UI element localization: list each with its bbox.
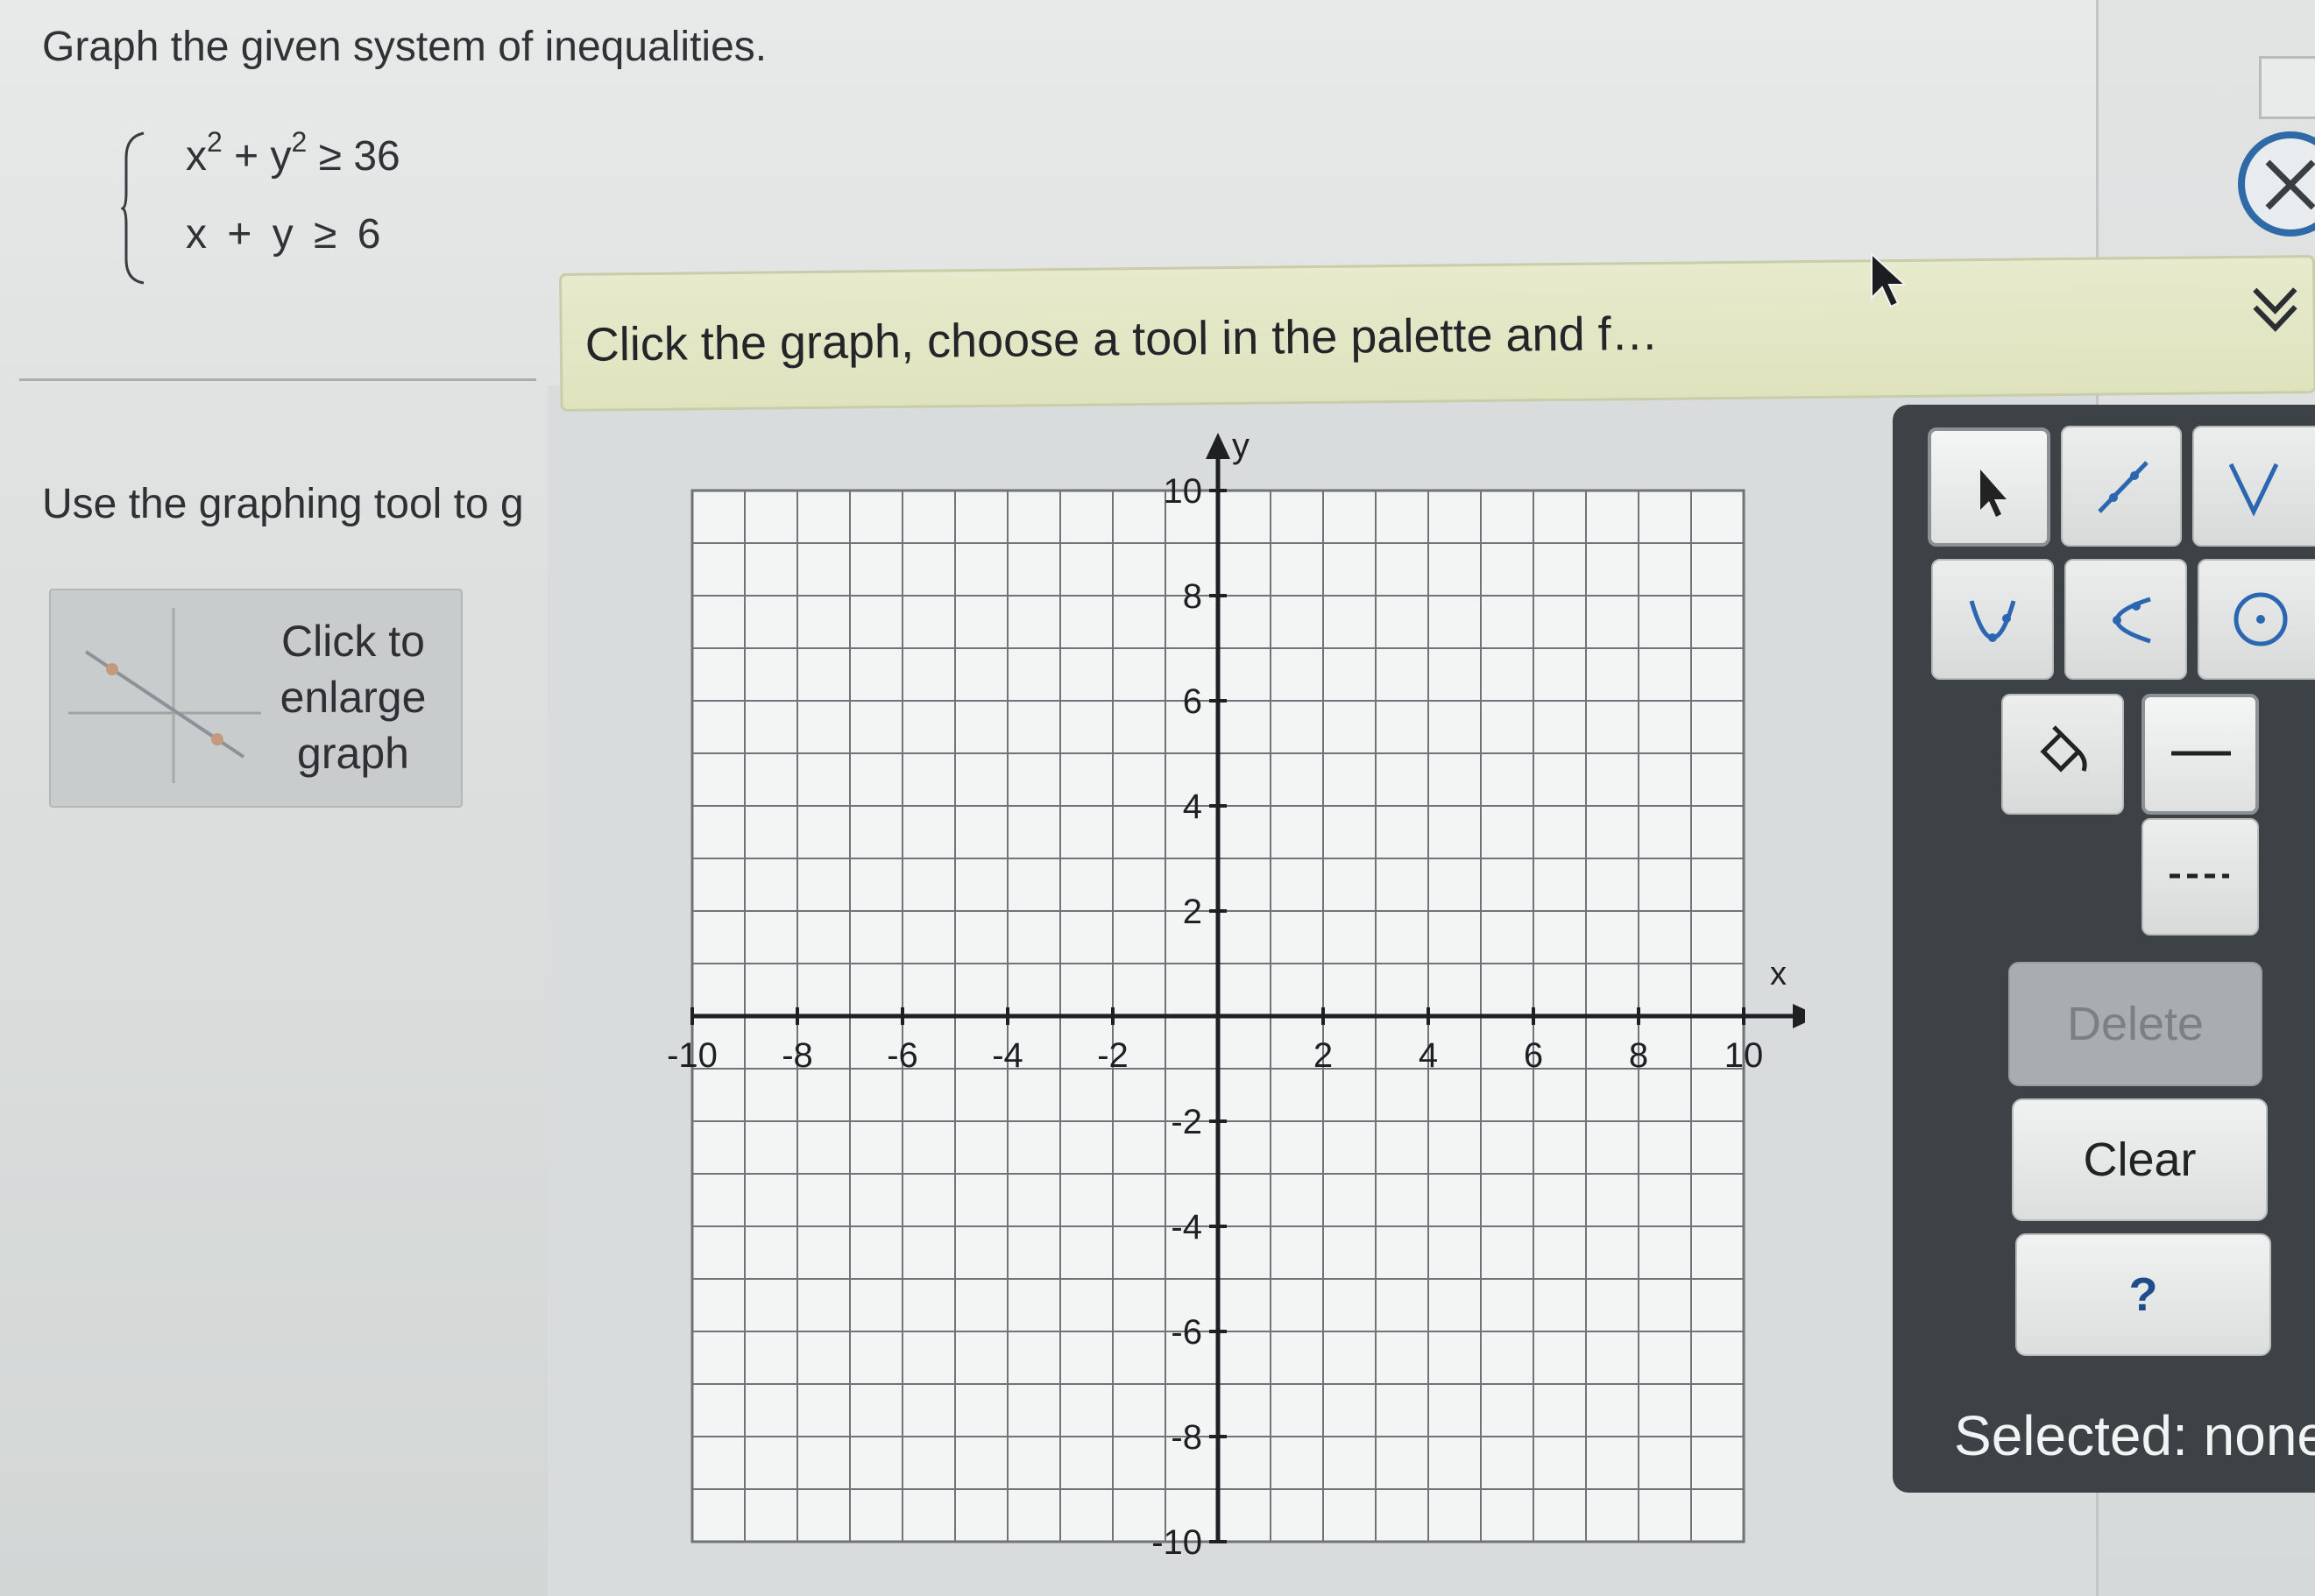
x-axis-arrow-icon — [1793, 1004, 1805, 1028]
solid-line-style[interactable] — [2142, 694, 2259, 815]
y-tick-label: -2 — [1171, 1103, 1202, 1141]
y-tick-label: -8 — [1171, 1418, 1202, 1457]
system-brace — [121, 131, 145, 285]
circle-icon — [2234, 592, 2288, 646]
y-tick-label: 6 — [1183, 682, 1202, 721]
x-tick-label: -2 — [1097, 1036, 1129, 1075]
y-tick-label: 2 — [1183, 893, 1202, 931]
thumbnail-line-2: enlarge — [280, 673, 427, 722]
thumbnail-graph-icon — [68, 608, 261, 783]
y-axis-label: y — [1232, 429, 1250, 465]
x-axis-label: x — [1770, 956, 1787, 992]
question-divider — [19, 378, 536, 381]
x-tick-label: -4 — [992, 1036, 1023, 1075]
clear-button[interactable]: Clear — [2012, 1098, 2268, 1221]
y-tick-label: 10 — [1164, 472, 1203, 511]
parabola-icon — [1969, 600, 2016, 642]
line-segment-icon — [2098, 461, 2149, 513]
line-tool[interactable] — [2061, 426, 2182, 547]
absolute-value-tool[interactable] — [2192, 426, 2315, 547]
y-axis-arrow-icon — [1206, 433, 1230, 459]
x-tick-label: -10 — [667, 1036, 718, 1075]
x-tick-label: -6 — [887, 1036, 918, 1075]
solid-line-icon — [2171, 751, 2231, 756]
sideways-parabola-icon — [2113, 597, 2151, 644]
dashed-line-style[interactable] — [2142, 818, 2259, 936]
y-tick-label: -10 — [1151, 1523, 1202, 1562]
x-tick-label: 2 — [1313, 1036, 1333, 1075]
pointer-tool[interactable] — [1928, 427, 2050, 547]
thumbnail-line-1: Click to — [281, 617, 425, 666]
hint-text: Click the graph, choose a tool in the pa… — [584, 307, 1659, 371]
v-shape-icon — [2228, 463, 2279, 517]
circle-tool[interactable] — [2198, 559, 2315, 680]
eq1-rhs: ≥ 36 — [307, 133, 400, 180]
delete-button[interactable]: Delete — [2008, 962, 2262, 1086]
y-tick-label: -6 — [1171, 1313, 1202, 1352]
close-icon[interactable] — [2233, 127, 2315, 241]
parabola-tool[interactable] — [1931, 559, 2054, 680]
thumbnail-label: Click to enlarge graph — [261, 613, 445, 781]
paint-bucket-icon — [2040, 725, 2087, 773]
arrow-pointer-icon — [1980, 470, 2007, 517]
selected-status: Selected: none — [1954, 1404, 2315, 1467]
y-tick-label: 8 — [1183, 577, 1202, 616]
help-button[interactable]: ? — [2015, 1233, 2271, 1356]
double-chevron-down-icon[interactable] — [2244, 277, 2306, 339]
x-tick-label: 10 — [1724, 1036, 1764, 1075]
hint-bar[interactable]: Click the graph, choose a tool in the pa… — [559, 255, 2315, 412]
x-tick-label: 8 — [1629, 1036, 1648, 1075]
small-checkbox-frame — [2259, 56, 2315, 119]
enlarge-graph-thumbnail[interactable]: Click to enlarge graph — [49, 589, 463, 808]
eq1-y-exponent: 2 — [291, 126, 308, 158]
dashed-line-icon — [2170, 873, 2229, 879]
inequality-1: x2 + y2 ≥ 36 — [186, 126, 400, 180]
x-tick-label: -8 — [782, 1036, 813, 1075]
inequality-2: x + y ≥ 6 — [186, 211, 381, 258]
eq1-plus-y: + y — [222, 133, 292, 180]
y-tick-label: 4 — [1183, 787, 1202, 826]
thumbnail-line-3: graph — [297, 729, 409, 778]
coordinate-graph[interactable]: x y -10 -8 -6 -4 -2 2 4 6 8 10 10 8 6 4 2 -2 -4 -6 -8 -10 — [666, 429, 1805, 1596]
y-tick-label: -4 — [1171, 1208, 1202, 1246]
sideways-parabola-tool[interactable] — [2064, 559, 2187, 680]
x-tick-label: 4 — [1419, 1036, 1438, 1075]
eq1-x-exponent: 2 — [207, 126, 223, 158]
tool-palette: Delete Clear ? Selected: none — [1893, 405, 2315, 1493]
fill-tool[interactable] — [2001, 694, 2124, 815]
eq1-x: x — [186, 133, 207, 180]
instruction-text: Use the graphing tool to g — [42, 481, 524, 527]
mouse-cursor-icon — [1871, 252, 1908, 308]
question-title: Graph the given system of inequalities. — [42, 24, 768, 70]
x-tick-label: 6 — [1524, 1036, 1543, 1075]
